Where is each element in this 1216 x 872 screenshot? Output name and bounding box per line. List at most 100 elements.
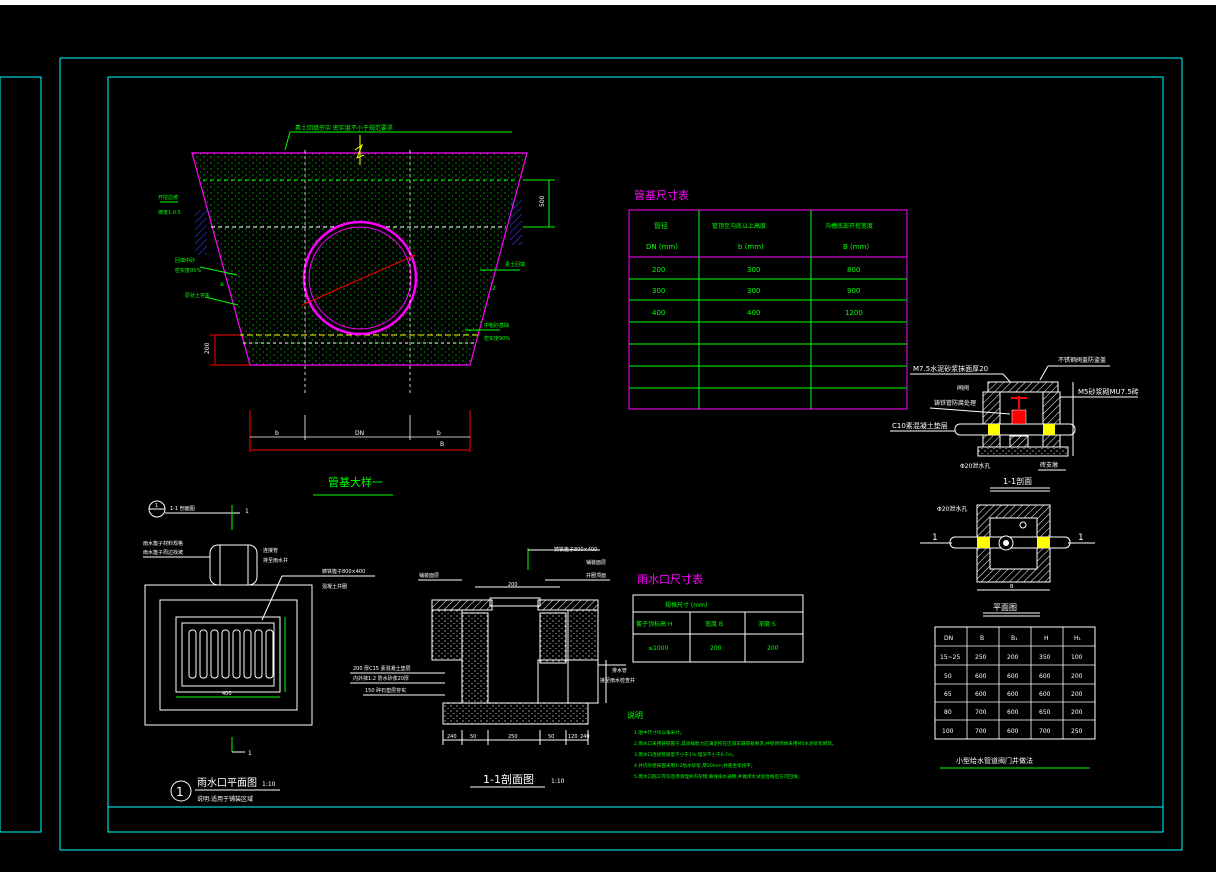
- valve-table-header: B: [980, 635, 984, 642]
- pipe-table-header-1: 管顶至沟底以上高度: [712, 222, 766, 230]
- gully-sec-dim: 50: [548, 734, 554, 740]
- gully-table-cell: 200: [767, 645, 779, 652]
- valve-table: DN B B₁ H H₁ 15~25 250 200 350 100 50 60…: [934, 626, 1096, 769]
- gully-sec-dim: 50: [470, 734, 476, 740]
- pipe-table-sub-2: B (mm): [843, 243, 869, 251]
- gully-table-cell: ≤1000: [648, 645, 668, 652]
- valve-label-valve: 闸阀: [957, 384, 969, 392]
- pipe-table-cell: 400: [652, 309, 665, 317]
- pipe-size-table: 管基尺寸表 管径 管顶至沟底以上高度 沟槽底部开挖宽度 DN (mm) b (m…: [628, 188, 908, 410]
- dim-b-right: b: [437, 430, 441, 437]
- gully-sec-dim: 250: [508, 734, 518, 740]
- valve-table-cell: 700: [1039, 728, 1051, 735]
- gully-sec-label-top: 铸铁篦子800×400: [554, 546, 597, 553]
- gully-dim-w: 400: [222, 691, 232, 697]
- gully-plan-title: 雨水口平面图: [197, 777, 257, 789]
- valve-table-cell: 700: [975, 709, 987, 716]
- note-line: 2.雨水口采用铸铁篦子,其承载能力应满足所在区域车辆荷载要求,井壁砖砌体采用M5…: [634, 740, 837, 747]
- gully-sec-label-right: 井圈顶面: [586, 572, 606, 579]
- valve-table-header: DN: [944, 635, 953, 642]
- gully-sec-label-pave: 铺装面层: [586, 559, 606, 566]
- left-panel-frame: [0, 76, 42, 833]
- pipe-table-cell: 300: [747, 266, 760, 274]
- valve-table-cell: 80: [944, 709, 952, 716]
- label-left-1b: 坡度1:0.5: [158, 209, 181, 216]
- pipe-table-cell: 300: [652, 287, 665, 295]
- gully-sec-label-l1: 200 厚C15 素混凝土垫层: [353, 665, 411, 672]
- valve-table-cell: 600: [1007, 673, 1019, 680]
- pipe-base-detail: 素土回填夯实 密实度不小于规范要求 500 200 开挖边坡 坡度1:0.5 回…: [158, 124, 555, 496]
- valve-table-cell: 350: [1039, 654, 1051, 661]
- pipe-table-cell: 1200: [845, 309, 863, 317]
- pipe-table-cell: 300: [747, 287, 760, 295]
- note-line: 4.井内外壁抹面采用1:2防水砂浆,厚20mm,井底坐浆找平。: [634, 762, 755, 769]
- gully-sec-label-pipe: 排水管: [612, 667, 627, 674]
- valve-table-cell: 200: [1071, 709, 1083, 716]
- gully-size-table: 雨水口尺寸表 规格尺寸 (mm) 篦子顶标高 H 宽度 B 深度 S ≤1000…: [632, 572, 804, 663]
- valve-table-cell: 100: [1071, 654, 1083, 661]
- valve-label-concrete: C10素混凝土垫层: [892, 421, 948, 430]
- gully-table-title: 雨水口尺寸表: [637, 572, 703, 586]
- valve-table-cell: 600: [1007, 728, 1019, 735]
- gully-sec-label-left: 铺装面层: [419, 572, 439, 579]
- label-left-3: 原状土夯实: [185, 292, 210, 299]
- gully-label-5: 铸铁篦子800×400: [322, 568, 365, 575]
- pipe-table-header-0: 管径: [654, 221, 668, 230]
- gully-sec-dim: 240: [580, 734, 590, 740]
- pipe-table-cell: 400: [747, 309, 760, 317]
- valve-table-header: H₁: [1074, 635, 1082, 642]
- gully-label-4: 排至雨水井: [263, 557, 288, 564]
- valve-plan-title: 平面图: [993, 603, 1017, 612]
- note-line: 1.图中尺寸均以毫米计。: [634, 729, 684, 736]
- gully-plan: 1 1-1 剖面图 1 雨水篦子材料规格 雨水篦子周边找坡 连接管 排至雨水井 …: [143, 500, 375, 803]
- valve-table-cell: 65: [944, 691, 952, 698]
- valve-table-cell: 200: [1007, 654, 1019, 661]
- pipe-table-cell: 800: [847, 266, 860, 274]
- top-note-label: 素土回填夯实 密实度不小于规范要求: [295, 124, 393, 132]
- valve-plan-dim-b: B: [1010, 584, 1014, 590]
- valve-table-cell: 700: [975, 728, 987, 735]
- grate-slots: [188, 629, 274, 679]
- dim-b-left: b: [275, 430, 279, 437]
- gully-section: 铸铁篦子800×400 铺装面层 铺装面层 井圈顶面 200 200 厚C15 …: [350, 546, 635, 788]
- gully-table-cell: 200: [710, 645, 722, 652]
- valve-table-cell: 200: [1071, 673, 1083, 680]
- gully-sec-label-l3: 150 碎石垫层夯实: [365, 687, 406, 694]
- notes-title: 说明: [627, 710, 643, 720]
- valve-table-cell: 200: [1071, 691, 1083, 698]
- valve-plan-drain: Φ20泄水孔: [937, 505, 967, 513]
- valve-table-cell: 600: [1007, 709, 1019, 716]
- valve-label-brick: M5砂浆砌MU7.5砖: [1078, 387, 1139, 396]
- valve-table-header: H: [1044, 635, 1049, 642]
- gully-label-3: 连接管: [263, 547, 278, 554]
- valve-label-base: 铸铁管防腐处理: [934, 399, 976, 407]
- mark-a: a: [220, 281, 224, 288]
- valve-table-cell: 650: [1039, 709, 1051, 716]
- valve-plan-mark-left: 1: [932, 533, 938, 543]
- valve-table-cell: 600: [1007, 691, 1019, 698]
- pipe-table-header-2: 沟槽底部开挖宽度: [825, 222, 873, 230]
- gully-mark-top: 1: [245, 508, 249, 515]
- valve-label-cover: 不锈钢阀盖防盗盖: [1058, 356, 1106, 364]
- label-right-2: 中粗砂基础: [484, 322, 509, 329]
- connect-pipe: [209, 544, 258, 586]
- gully-sec-label-mid: 200: [508, 582, 518, 588]
- dim-left: 200: [204, 342, 211, 354]
- gully-plan-number: 1: [176, 785, 184, 799]
- pipe-table-sub-0: DN (mm): [646, 243, 678, 251]
- gully-table-header: 规格尺寸 (mm): [665, 601, 707, 609]
- label-left-2b: 密实度95%: [175, 267, 201, 274]
- valve-table-header: B₁: [1011, 635, 1018, 642]
- valve-table-cell: 600: [975, 673, 987, 680]
- label-right-2b: 密实度90%: [484, 335, 510, 342]
- label-right-1: 素土回填: [505, 261, 525, 268]
- gully-label-1: 雨水篦子材料规格: [143, 540, 183, 547]
- gully-plan-note: 说明:适用于铺装区域: [197, 795, 253, 803]
- valve-table-cell: 50: [944, 673, 952, 680]
- gully-plan-scale: 1:10: [262, 781, 276, 788]
- pipe-table-cell: 200: [652, 266, 665, 274]
- valve-label-mortar: M7.5水泥砂浆抹面厚20: [913, 364, 988, 373]
- gully-label-2: 雨水篦子周边找坡: [143, 549, 183, 556]
- label-left-2: 回填中砂: [175, 257, 195, 264]
- valve-section: M7.5水泥砂浆抹面厚20 不锈钢阀盖防盗盖 闸阀 铸铁管防腐处理 M5砂浆砌M…: [890, 356, 1139, 492]
